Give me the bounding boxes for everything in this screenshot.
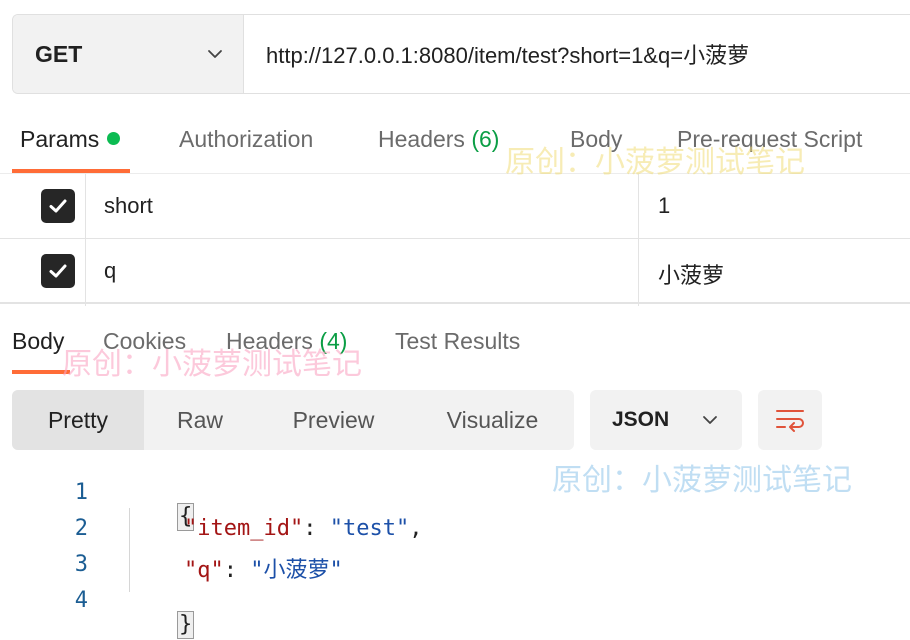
request-tabs: Params Authorization Headers (6) Body Pr… <box>0 118 910 174</box>
response-body-code: 1 2 3 4 { "item_id": "test", "q": "小菠萝" … <box>0 472 910 639</box>
preview-button[interactable]: Preview <box>266 390 401 450</box>
check-icon <box>49 264 67 278</box>
headers-count: (6) <box>471 126 500 152</box>
code-line: "item_id": "test", <box>184 516 422 541</box>
wrap-lines-button[interactable] <box>758 390 822 450</box>
tab-headers[interactable]: Headers (6) <box>378 126 499 153</box>
json-separator: : <box>223 558 251 583</box>
line-number: 2 <box>74 516 88 541</box>
active-tab-underline <box>12 169 130 173</box>
params-table: short 1 q 小菠萝 <box>0 174 910 306</box>
tab-response-headers-label: Headers <box>226 328 313 354</box>
response-headers-count: (4) <box>319 328 348 354</box>
response-tabs: Body Cookies Headers (4) Test Results <box>0 316 910 374</box>
param-value[interactable]: 1 <box>658 193 670 219</box>
param-key[interactable]: short <box>104 193 153 219</box>
pretty-button[interactable]: Pretty <box>12 390 144 450</box>
param-checkbox[interactable] <box>41 189 75 223</box>
param-key[interactable]: q <box>104 258 116 284</box>
code-line: } <box>124 586 195 640</box>
visualize-button[interactable]: Visualize <box>429 390 556 450</box>
chevron-down-icon <box>208 50 222 58</box>
table-row: short 1 <box>0 174 910 239</box>
method-label: GET <box>35 40 83 67</box>
tab-pre-request-script[interactable]: Pre-request Script <box>677 126 862 153</box>
url-input[interactable]: http://127.0.0.1:8080/item/test?short=1&… <box>244 15 910 93</box>
param-value[interactable]: 小菠萝 <box>658 258 724 290</box>
format-label: JSON <box>612 408 670 431</box>
json-trailing-comma: , <box>409 516 423 541</box>
request-bar: GET http://127.0.0.1:8080/item/test?shor… <box>12 14 910 94</box>
json-key: "item_id" <box>184 516 304 541</box>
tab-response-body[interactable]: Body <box>12 328 64 355</box>
param-checkbox[interactable] <box>41 254 75 288</box>
tab-params[interactable]: Params <box>20 126 121 153</box>
line-number: 3 <box>74 552 88 577</box>
tab-response-headers[interactable]: Headers (4) <box>226 328 347 355</box>
tab-test-results[interactable]: Test Results <box>395 328 520 355</box>
raw-button[interactable]: Raw <box>144 390 256 450</box>
view-mode-group: Pretty Raw Preview Visualize <box>12 390 574 450</box>
tab-authorization[interactable]: Authorization <box>179 126 313 153</box>
format-select[interactable]: JSON <box>590 390 742 450</box>
table-row: q 小菠萝 <box>0 239 910 304</box>
tab-body[interactable]: Body <box>570 126 622 153</box>
tab-headers-label: Headers <box>378 126 465 152</box>
tab-cookies[interactable]: Cookies <box>103 328 186 355</box>
line-number: 4 <box>74 588 88 613</box>
active-tab-underline <box>12 370 70 374</box>
line-number: 1 <box>74 480 88 505</box>
wrap-lines-icon <box>776 410 804 432</box>
method-select[interactable]: GET <box>13 15 244 93</box>
json-value: "test" <box>329 516 410 541</box>
params-active-dot <box>107 132 121 146</box>
json-separator: : <box>303 516 330 541</box>
chevron-down-icon <box>703 416 717 424</box>
json-key: "q" <box>184 558 224 583</box>
json-value: "小菠萝" <box>250 558 343 583</box>
check-icon <box>49 199 67 213</box>
code-line: "q": "小菠萝" <box>184 552 343 584</box>
tab-params-label: Params <box>20 126 100 152</box>
close-brace: } <box>176 611 195 639</box>
